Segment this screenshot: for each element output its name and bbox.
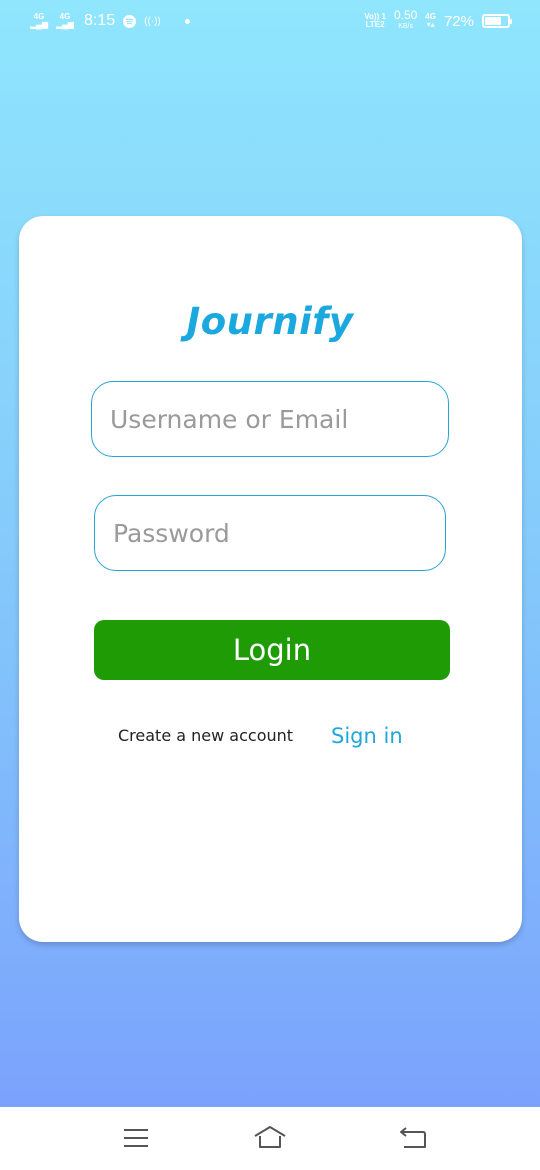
sim1-signal-icon: 4G ▂▄▆: [30, 12, 48, 29]
clock: 8:15: [83, 12, 116, 29]
menu-icon[interactable]: [119, 1123, 153, 1153]
login-button[interactable]: Login: [94, 620, 450, 680]
app-logo: Journify: [186, 300, 354, 343]
sim2-signal-icon: 4G ▂▄▆: [55, 12, 74, 29]
battery-icon: [482, 14, 512, 28]
create-account-link[interactable]: Create a new account: [118, 726, 293, 745]
network-type-icon: 4G ▾▴: [425, 12, 436, 29]
speed-unit: KB/s: [398, 23, 414, 30]
sign-in-link[interactable]: Sign in: [331, 724, 403, 748]
password-input[interactable]: [94, 495, 446, 571]
status-bar: 4G ▂▄▆ 4G ▂▄▆ 8:15 ((·)) Vo)) 1 LTE2 0.50 KB…: [0, 0, 540, 42]
battery-percent: 72%: [443, 12, 474, 30]
system-nav-bar: [0, 1107, 540, 1170]
spotify-icon: [123, 14, 137, 28]
back-icon[interactable]: [396, 1123, 430, 1153]
speed-value: 0.50: [393, 8, 418, 22]
network-speed: 0.50 KB/s: [393, 8, 418, 32]
notification-dot-icon: [184, 18, 190, 24]
lte-label: LTE2: [365, 20, 385, 29]
status-bar-left: 4G ▂▄▆ 4G ▂▄▆ 8:15 ((·)): [30, 12, 190, 30]
battery-fill: [485, 17, 501, 25]
volte-icon: Vo)) 1 LTE2: [364, 13, 386, 29]
username-input[interactable]: [91, 381, 449, 457]
hotspot-icon: ((·)): [144, 15, 161, 27]
status-bar-right: Vo)) 1 LTE2 0.50 KB/s 4G ▾▴ 72%: [364, 8, 512, 32]
home-icon[interactable]: [253, 1123, 287, 1153]
